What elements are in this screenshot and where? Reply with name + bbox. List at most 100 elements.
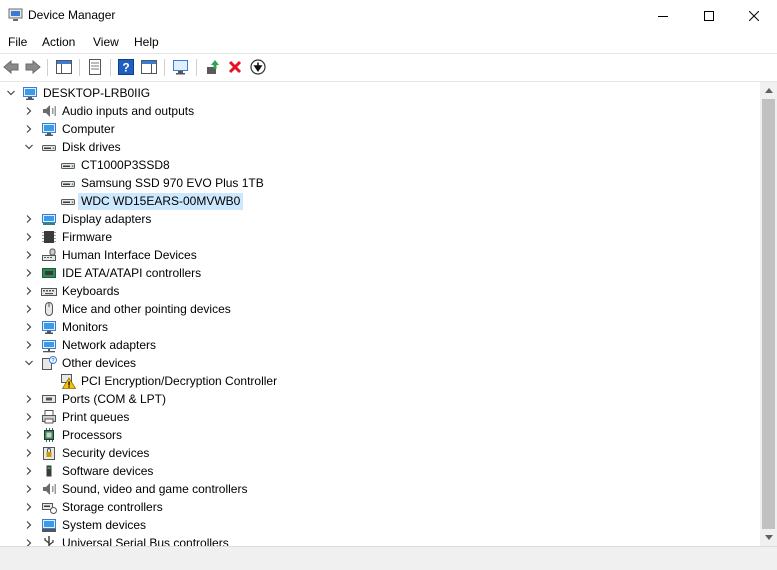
chevron-down-icon (764, 535, 773, 540)
menu-file[interactable]: File (8, 35, 27, 49)
tree-expander[interactable] (24, 447, 34, 459)
tree-expander[interactable] (24, 213, 34, 225)
title-bar: Device Manager (0, 0, 777, 31)
forward-button[interactable] (24, 58, 42, 76)
tree-expander[interactable] (24, 303, 34, 315)
tree-expander[interactable] (24, 393, 34, 405)
show-hide-action-pane-button[interactable] (140, 58, 158, 76)
chevron-right-icon (26, 341, 32, 349)
properties-button[interactable] (86, 58, 104, 76)
close-icon (749, 10, 759, 21)
disable-device-button[interactable] (249, 58, 267, 76)
tree-node-category[interactable]: IDE ATA/ATAPI controllers (0, 264, 760, 282)
tree-expander[interactable] (24, 249, 34, 261)
tree-node-root[interactable]: DESKTOP-LRB0IIG (0, 84, 760, 102)
tree-node-category[interactable]: System devices (0, 516, 760, 534)
scroll-up-button[interactable] (760, 82, 777, 99)
tree-expander[interactable] (24, 231, 34, 243)
show-hide-console-tree-button[interactable] (55, 58, 73, 76)
forward-arrow-icon (25, 60, 41, 74)
status-bar (0, 546, 777, 570)
tree-expander[interactable] (24, 123, 34, 135)
update-driver-button[interactable] (203, 58, 221, 76)
tree-node-category[interactable]: Disk drives (0, 138, 760, 156)
tree-expander[interactable] (24, 267, 34, 279)
tree-node-label: Human Interface Devices (62, 248, 197, 262)
tree-expander[interactable] (24, 321, 34, 333)
toolbar-separator (110, 59, 111, 76)
tree-node-category[interactable]: Processors (0, 426, 760, 444)
tree-node-category[interactable]: Keyboards (0, 282, 760, 300)
help-button[interactable]: ? (117, 58, 135, 76)
tree-expander[interactable] (24, 105, 34, 117)
device-tree[interactable]: DESKTOP-LRB0IIG Audio inputs and outputs C… (0, 82, 760, 546)
maximize-button[interactable] (686, 0, 732, 31)
toolbar: ? (0, 53, 777, 82)
tree-node-category[interactable]: Sound, video and game controllers (0, 480, 760, 498)
tree-expander[interactable] (24, 411, 34, 423)
scroll-down-button[interactable] (760, 529, 777, 546)
menu-view[interactable]: View (93, 35, 119, 49)
chevron-up-icon (764, 88, 773, 93)
minimize-icon (658, 15, 668, 17)
tree-node-category[interactable]: Storage controllers (0, 498, 760, 516)
chevron-down-icon (25, 360, 33, 366)
tree-node-device[interactable]: Samsung SSD 970 EVO Plus 1TB (0, 174, 760, 192)
tree-node-device[interactable]: CT1000P3SSD8 (0, 156, 760, 174)
chevron-right-icon (26, 269, 32, 277)
minimize-button[interactable] (640, 0, 686, 31)
tree-node-category[interactable]: Software devices (0, 462, 760, 480)
tree-node-category[interactable]: Security devices (0, 444, 760, 462)
tree-node-category[interactable]: Monitors (0, 318, 760, 336)
menu-action[interactable]: Action (42, 35, 75, 49)
tree-expander[interactable] (24, 483, 34, 495)
tree-expander[interactable] (24, 537, 34, 546)
vertical-scrollbar[interactable] (760, 82, 777, 546)
tree-node-device[interactable]: PCI Encryption/Decryption Controller (0, 372, 760, 390)
tree-node-category[interactable]: Display adapters (0, 210, 760, 228)
tree-expander[interactable] (24, 465, 34, 477)
tree-node-label: Firmware (62, 230, 112, 244)
tree-expander[interactable] (24, 501, 34, 513)
chevron-right-icon (26, 539, 32, 546)
back-button[interactable] (2, 58, 20, 76)
menu-bar: File Action View Help (0, 31, 777, 53)
tree-node-category[interactable]: Print queues (0, 408, 760, 426)
tree-node-category[interactable]: Audio inputs and outputs (0, 102, 760, 120)
tree-expander[interactable] (24, 339, 34, 351)
chevron-right-icon (26, 521, 32, 529)
tree-expander[interactable] (24, 357, 34, 369)
tree-node-category[interactable]: Network adapters (0, 336, 760, 354)
window-title: Device Manager (28, 8, 116, 22)
menu-help[interactable]: Help (134, 35, 159, 49)
tree-node-category[interactable]: Mice and other pointing devices (0, 300, 760, 318)
tree-node-category[interactable]: Computer (0, 120, 760, 138)
tree-node-label: CT1000P3SSD8 (81, 158, 170, 172)
ide-controller-icon (42, 268, 56, 278)
tree-expander[interactable] (24, 429, 34, 441)
tree-node-label: Keyboards (62, 284, 120, 298)
scrollbar-thumb[interactable] (762, 99, 775, 529)
tree-expander[interactable] (6, 87, 16, 99)
tree-node-category[interactable]: Ports (COM & LPT) (0, 390, 760, 408)
tree-node-label: Mice and other pointing devices (62, 302, 231, 316)
tree-node-category[interactable]: Universal Serial Bus controllers (0, 534, 760, 546)
software-device-icon (46, 465, 52, 477)
chevron-right-icon (26, 323, 32, 331)
device-manager-app-icon (8, 8, 23, 21)
tree-node-label: PCI Encryption/Decryption Controller (81, 374, 278, 388)
tree-expander[interactable] (24, 285, 34, 297)
chevron-right-icon (26, 251, 32, 259)
chevron-down-icon (7, 90, 15, 96)
chevron-right-icon (26, 305, 32, 313)
tree-node-device[interactable]: WDC WD15EARS-00MVWB0 (0, 192, 760, 210)
uninstall-device-button[interactable] (226, 58, 244, 76)
tree-node-label: Sound, video and game controllers (62, 482, 248, 496)
tree-node-category[interactable]: Firmware (0, 228, 760, 246)
tree-node-category[interactable]: Human Interface Devices (0, 246, 760, 264)
tree-expander[interactable] (24, 141, 34, 153)
tree-expander[interactable] (24, 519, 34, 531)
scan-hardware-changes-button[interactable] (172, 58, 190, 76)
close-button[interactable] (731, 0, 777, 31)
tree-node-category[interactable]: ? Other devices (0, 354, 760, 372)
